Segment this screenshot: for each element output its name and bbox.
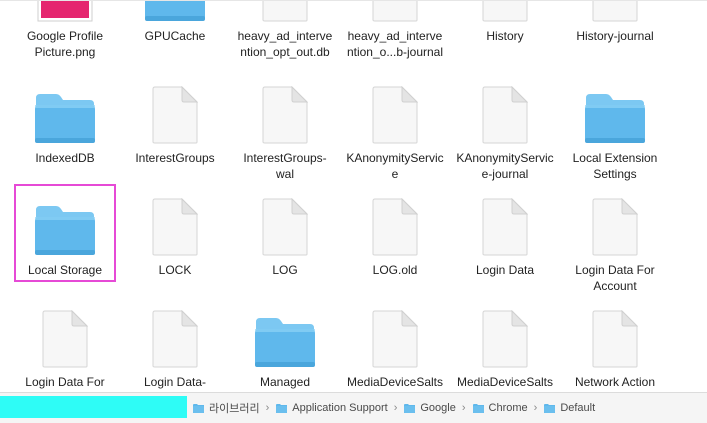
folder-icon — [403, 403, 416, 414]
document-icon — [250, 80, 320, 150]
file-item[interactable]: MediaDeviceSalts — [340, 304, 450, 392]
document-icon — [470, 192, 540, 262]
file-item[interactable]: InterestGroups — [120, 80, 230, 190]
document-icon — [360, 80, 430, 150]
folder-icon — [192, 403, 205, 414]
folder-item[interactable]: Local Extension Settings — [560, 80, 670, 190]
file-name-label: GPUCache — [144, 29, 206, 43]
file-name-label: IndexedDB — [35, 151, 95, 165]
file-name-label: heavy_ad_interve ntion_o...b-journal — [346, 29, 444, 59]
file-name-label: heavy_ad_interve ntion_opt_out.db — [237, 29, 333, 59]
file-item[interactable]: heavy_ad_interve ntion_opt_out.db — [230, 0, 340, 68]
document-icon — [360, 0, 430, 28]
breadcrumb-label: 라이브러리 — [209, 403, 260, 415]
file-item[interactable]: KAnonymityServic e-journal — [450, 80, 560, 190]
file-item[interactable]: Login Data — [450, 192, 560, 302]
file-item[interactable]: History — [450, 0, 560, 68]
breadcrumb-label: Default — [560, 402, 596, 414]
folder-icon — [140, 0, 210, 28]
document-icon — [360, 192, 430, 262]
folder-item[interactable]: IndexedDB — [10, 80, 120, 190]
document-icon — [470, 304, 540, 374]
breadcrumb-label: Application Support — [292, 402, 388, 414]
file-name-label: Google Profile Picture.png — [26, 29, 104, 59]
breadcrumb-item[interactable]: Google — [403, 402, 456, 414]
folder-icon — [275, 403, 288, 414]
chevron-right-icon: › — [265, 402, 270, 414]
file-name-label: Local Extension Settings — [572, 151, 658, 181]
file-item[interactable]: Network Action Predictor — [560, 304, 670, 392]
breadcrumb-label: Chrome — [488, 402, 528, 414]
file-item[interactable]: Login Data- journal — [120, 304, 230, 392]
folder-icon — [472, 403, 485, 414]
file-item[interactable]: KAnonymityServic e — [340, 80, 450, 190]
folder-icon — [580, 80, 650, 150]
file-name-label: Network Action Predictor — [574, 375, 656, 392]
redacted-region — [0, 396, 187, 418]
file-item[interactable]: LOCK — [120, 192, 230, 302]
file-grid: Google Profile Picture.png GPUCache heav… — [0, 0, 707, 392]
folder-item[interactable]: GPUCache — [120, 0, 230, 68]
folder-icon — [250, 304, 320, 374]
file-item[interactable]: InterestGroups- wal — [230, 80, 340, 190]
file-name-label: Login Data For Account-journal — [23, 375, 106, 392]
file-item[interactable]: LOG.old — [340, 192, 450, 302]
top-divider — [0, 0, 707, 1]
document-icon — [30, 304, 100, 374]
chevron-right-icon: › — [461, 402, 466, 414]
document-icon — [250, 0, 320, 28]
file-name-label: Login Data- journal — [143, 375, 207, 392]
file-name-label: History-journal — [576, 29, 654, 43]
file-name-label: Login Data — [475, 263, 535, 277]
file-name-label: KAnonymityServic e-journal — [456, 151, 554, 181]
document-icon — [360, 304, 430, 374]
file-item[interactable]: Google Profile Picture.png — [10, 0, 120, 68]
file-name-label: MediaDeviceSalts -journal — [456, 375, 554, 392]
document-icon — [250, 192, 320, 262]
file-item[interactable]: Login Data For Account — [560, 192, 670, 302]
file-name-label: History — [486, 29, 524, 43]
document-icon — [580, 304, 650, 374]
chevron-right-icon: › — [393, 402, 398, 414]
file-name-label: InterestGroups- wal — [243, 151, 327, 181]
path-bar: 라이브러리 › Application Support › Google › Chrome ›… — [0, 392, 707, 423]
file-name-label: LOG.old — [372, 263, 418, 277]
folder-icon — [543, 403, 556, 414]
folder-item[interactable]: Managed Extension Settings — [230, 304, 340, 392]
folder-icon — [30, 80, 100, 150]
file-name-label: Login Data For Account — [575, 263, 655, 293]
document-icon — [470, 0, 540, 28]
document-icon — [580, 0, 650, 28]
file-name-label: MediaDeviceSalts — [346, 375, 444, 389]
file-item[interactable]: Login Data For Account-journal — [10, 304, 120, 392]
document-icon — [580, 192, 650, 262]
image-file-icon — [30, 0, 100, 28]
file-item[interactable]: heavy_ad_interve ntion_o...b-journal — [340, 0, 450, 68]
breadcrumb-item[interactable]: Chrome — [472, 402, 528, 414]
selection-highlight — [14, 184, 116, 282]
file-name-label: LOCK — [158, 263, 192, 277]
document-icon — [140, 192, 210, 262]
breadcrumb: 라이브러리 › Application Support › Google › Chrome ›… — [192, 393, 595, 423]
file-name-label: KAnonymityServic e — [346, 151, 444, 181]
document-icon — [140, 80, 210, 150]
chevron-right-icon: › — [533, 402, 538, 414]
file-item[interactable]: MediaDeviceSalts -journal — [450, 304, 560, 392]
breadcrumb-item[interactable]: 라이브러리 — [192, 400, 260, 416]
document-icon — [140, 304, 210, 374]
document-icon — [470, 80, 540, 150]
file-name-label: Managed Extension Settings — [235, 375, 334, 392]
file-name-label: InterestGroups — [135, 151, 215, 165]
breadcrumb-label: Google — [420, 402, 456, 414]
file-item[interactable]: LOG — [230, 192, 340, 302]
breadcrumb-item[interactable]: Application Support — [275, 402, 388, 414]
breadcrumb-item[interactable]: Default — [543, 402, 595, 414]
file-item[interactable]: History-journal — [560, 0, 670, 68]
file-name-label: LOG — [272, 263, 298, 277]
